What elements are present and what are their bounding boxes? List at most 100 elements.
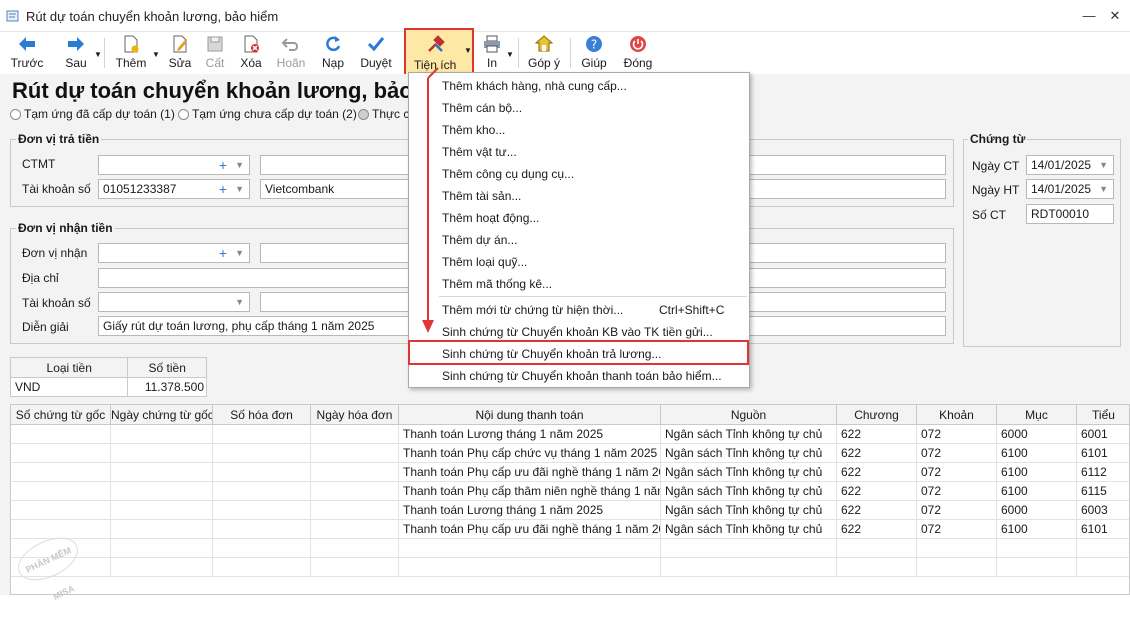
- save-button[interactable]: Cất: [200, 34, 230, 72]
- table-cell[interactable]: [111, 463, 213, 482]
- menu-item[interactable]: Thêm kho...: [409, 119, 749, 141]
- chevron-down-icon[interactable]: ▼: [235, 156, 244, 174]
- table-row[interactable]: [11, 558, 1129, 577]
- table-row[interactable]: Thanh toán Phụ cấp chức vụ tháng 1 năm 2…: [11, 444, 1129, 463]
- close-window-button[interactable]: ✕: [1104, 6, 1126, 26]
- next-button[interactable]: Sau: [58, 34, 94, 72]
- table-cell[interactable]: [311, 482, 399, 501]
- table-cell[interactable]: Thanh toán Lương tháng 1 năm 2025: [399, 425, 661, 444]
- chevron-down-icon[interactable]: ▼: [235, 244, 244, 262]
- chevron-down-icon[interactable]: ▼: [1099, 156, 1108, 174]
- table-cell[interactable]: 072: [917, 501, 997, 520]
- chevron-down-icon[interactable]: ▼: [235, 180, 244, 198]
- table-cell[interactable]: [661, 539, 837, 558]
- table-row[interactable]: Thanh toán Lương tháng 1 năm 2025 Ngân sá…: [11, 501, 1129, 520]
- table-cell[interactable]: 622: [837, 501, 917, 520]
- next-dropdown-icon[interactable]: ▼: [94, 50, 102, 59]
- table-cell[interactable]: [1077, 539, 1129, 558]
- chevron-down-icon[interactable]: ▼: [1099, 180, 1108, 198]
- table-cell[interactable]: [213, 520, 311, 539]
- feedback-button[interactable]: Góp ý: [526, 34, 562, 72]
- table-row[interactable]: [11, 539, 1129, 558]
- table-cell[interactable]: Ngân sách Tỉnh không tự chủ: [661, 501, 837, 520]
- menu-item[interactable]: Thêm khách hàng, nhà cung cấp...: [409, 75, 749, 97]
- table-cell[interactable]: Thanh toán Phụ cấp thâm niên nghề tháng …: [399, 482, 661, 501]
- table-cell[interactable]: 072: [917, 425, 997, 444]
- table-cell[interactable]: [997, 558, 1077, 577]
- table-cell[interactable]: [311, 520, 399, 539]
- table-cell[interactable]: [11, 463, 111, 482]
- table-cell[interactable]: 6115: [1077, 482, 1129, 501]
- table-cell[interactable]: Thanh toán Lương tháng 1 năm 2025: [399, 501, 661, 520]
- table-cell[interactable]: [399, 558, 661, 577]
- help-button[interactable]: ? Giúp: [578, 34, 610, 72]
- table-cell[interactable]: 622: [837, 444, 917, 463]
- table-cell[interactable]: 6100: [997, 444, 1077, 463]
- voucher-date-picker[interactable]: 14/01/2025 ▼: [1026, 155, 1114, 175]
- table-cell[interactable]: [311, 425, 399, 444]
- undo-button[interactable]: Hoãn: [274, 34, 308, 72]
- delete-button[interactable]: Xóa: [236, 34, 266, 72]
- table-cell[interactable]: [837, 558, 917, 577]
- table-row[interactable]: Thanh toán Phụ cấp ưu đãi nghề tháng 1 n…: [11, 463, 1129, 482]
- table-cell[interactable]: 622: [837, 520, 917, 539]
- table-cell[interactable]: [11, 520, 111, 539]
- menu-item[interactable]: Thêm mới từ chứng từ hiện thời... Ctrl+Sh…: [409, 299, 749, 321]
- table-cell[interactable]: [111, 520, 213, 539]
- chevron-down-icon[interactable]: ▼: [235, 293, 244, 311]
- table-cell[interactable]: [111, 444, 213, 463]
- table-row[interactable]: Thanh toán Lương tháng 1 năm 2025 Ngân sá…: [11, 425, 1129, 444]
- approve-button[interactable]: Duyệt: [358, 34, 394, 72]
- edit-button[interactable]: Sửa: [164, 34, 196, 72]
- table-cell[interactable]: [399, 539, 661, 558]
- table-cell[interactable]: 072: [917, 444, 997, 463]
- table-cell[interactable]: [11, 482, 111, 501]
- menu-item[interactable]: Thêm hoạt động...: [409, 207, 749, 229]
- radio-advance-unallocated[interactable]: Tạm ứng chưa cấp dự toán (2): [178, 107, 357, 121]
- currency-cell[interactable]: VND: [11, 378, 129, 396]
- table-cell[interactable]: Thanh toán Phụ cấp chức vụ tháng 1 năm 2…: [399, 444, 661, 463]
- close-button[interactable]: Đóng: [620, 34, 656, 72]
- table-cell[interactable]: [111, 425, 213, 444]
- table-cell[interactable]: 072: [917, 482, 997, 501]
- table-cell[interactable]: [11, 425, 111, 444]
- menu-item[interactable]: Thêm dự án...: [409, 229, 749, 251]
- table-cell[interactable]: [917, 539, 997, 558]
- table-cell[interactable]: [213, 539, 311, 558]
- currency-row[interactable]: VND 11.378.500: [11, 378, 206, 396]
- amount-cell[interactable]: 11.378.500: [128, 378, 206, 396]
- table-cell[interactable]: Ngân sách Tỉnh không tự chủ: [661, 444, 837, 463]
- table-cell[interactable]: 6101: [1077, 520, 1129, 539]
- table-cell[interactable]: [111, 501, 213, 520]
- print-button[interactable]: In: [480, 34, 504, 72]
- table-cell[interactable]: [311, 501, 399, 520]
- table-cell[interactable]: 6000: [997, 425, 1077, 444]
- table-row[interactable]: Thanh toán Phụ cấp thâm niên nghề tháng …: [11, 482, 1129, 501]
- table-cell[interactable]: 622: [837, 425, 917, 444]
- menu-item[interactable]: Thêm mã thống kê...: [409, 273, 749, 295]
- minimize-button[interactable]: —: [1078, 6, 1100, 26]
- table-cell[interactable]: [1077, 558, 1129, 577]
- ctmt-select[interactable]: + ▼: [98, 155, 250, 175]
- table-cell[interactable]: [213, 444, 311, 463]
- table-cell[interactable]: [213, 501, 311, 520]
- accounting-date-picker[interactable]: 14/01/2025 ▼: [1026, 179, 1114, 199]
- radio-advance-allocated[interactable]: Tạm ứng đã cấp dự toán (1): [10, 107, 175, 121]
- grid-column-header[interactable]: Mục: [997, 405, 1077, 425]
- menu-item[interactable]: Thêm vật tư...: [409, 141, 749, 163]
- utilities-button[interactable]: Tiện ích ▼: [404, 28, 474, 78]
- grid-column-header[interactable]: Chương: [837, 405, 917, 425]
- table-cell[interactable]: [661, 558, 837, 577]
- payer-account-select[interactable]: 01051233387 + ▼: [98, 179, 250, 199]
- table-cell[interactable]: Thanh toán Phụ cấp ưu đãi nghề tháng 1 n…: [399, 520, 661, 539]
- plus-icon[interactable]: +: [219, 180, 227, 198]
- voucher-number-field[interactable]: RDT00010: [1026, 204, 1114, 224]
- table-cell[interactable]: 622: [837, 482, 917, 501]
- table-cell[interactable]: [311, 558, 399, 577]
- prev-button[interactable]: Trước: [8, 34, 46, 72]
- table-row[interactable]: Thanh toán Phụ cấp ưu đãi nghề tháng 1 n…: [11, 520, 1129, 539]
- table-cell[interactable]: 072: [917, 520, 997, 539]
- table-cell[interactable]: 6100: [997, 482, 1077, 501]
- table-cell[interactable]: 6000: [997, 501, 1077, 520]
- menu-item[interactable]: Thêm loại quỹ...: [409, 251, 749, 273]
